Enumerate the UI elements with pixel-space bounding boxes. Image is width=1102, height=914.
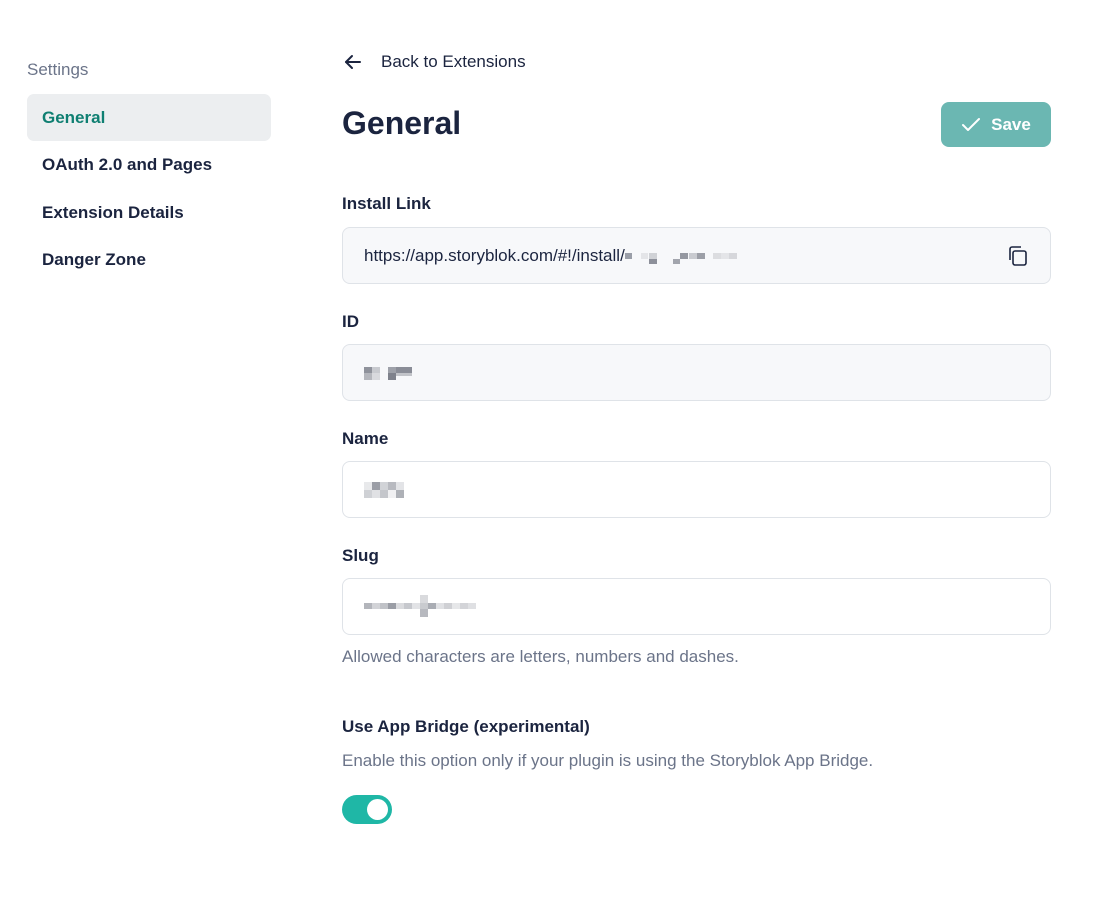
sidebar-item-danger-zone[interactable]: Danger Zone (27, 237, 271, 284)
check-icon (961, 115, 981, 135)
sidebar-item-label: Danger Zone (42, 250, 146, 269)
redacted-name (364, 481, 414, 498)
redacted-id (364, 365, 414, 381)
slug-label: Slug (342, 546, 379, 565)
name-input[interactable] (342, 461, 1051, 518)
redacted-slug (364, 594, 480, 619)
sidebar-item-label: General (42, 107, 106, 127)
name-label: Name (342, 429, 389, 448)
arrow-left-icon (342, 51, 364, 73)
sidebar-item-oauth-and-pages[interactable]: OAuth 2.0 and Pages (27, 142, 271, 189)
sidebar-item-label: Extension Details (42, 202, 184, 222)
id-label: ID (342, 312, 359, 331)
install-link-label: Install Link (342, 194, 431, 213)
install-link-value: https://app.storyblok.com/#!/install/ (364, 245, 625, 265)
app-bridge-toggle[interactable] (342, 795, 392, 824)
back-link-label: Back to Extensions (381, 52, 526, 71)
sidebar-item-general[interactable]: General (27, 94, 271, 141)
id-field[interactable] (342, 344, 1051, 401)
copy-icon[interactable] (1006, 244, 1030, 268)
app-bridge-label: Use App Bridge (experimental) (342, 717, 590, 736)
slug-help-text: Allowed characters are letters, numbers … (342, 647, 739, 666)
sidebar-heading: Settings (27, 60, 89, 79)
toggle-knob (367, 799, 388, 820)
sidebar-nav: General OAuth 2.0 and Pages Extension De… (27, 94, 271, 284)
install-link-field[interactable]: https://app.storyblok.com/#!/install/ (342, 227, 1051, 284)
redacted-install-id (624, 249, 741, 265)
sidebar-item-label: OAuth 2.0 and Pages (42, 155, 213, 174)
slug-input[interactable] (342, 578, 1051, 635)
app-bridge-help-text: Enable this option only if your plugin i… (342, 751, 874, 770)
page-title: General (342, 105, 462, 141)
back-to-extensions-link[interactable]: Back to Extensions (342, 48, 526, 76)
save-button-label: Save (991, 114, 1031, 134)
sidebar-item-extension-details[interactable]: Extension Details (27, 189, 271, 236)
save-button[interactable]: Save (941, 102, 1051, 147)
